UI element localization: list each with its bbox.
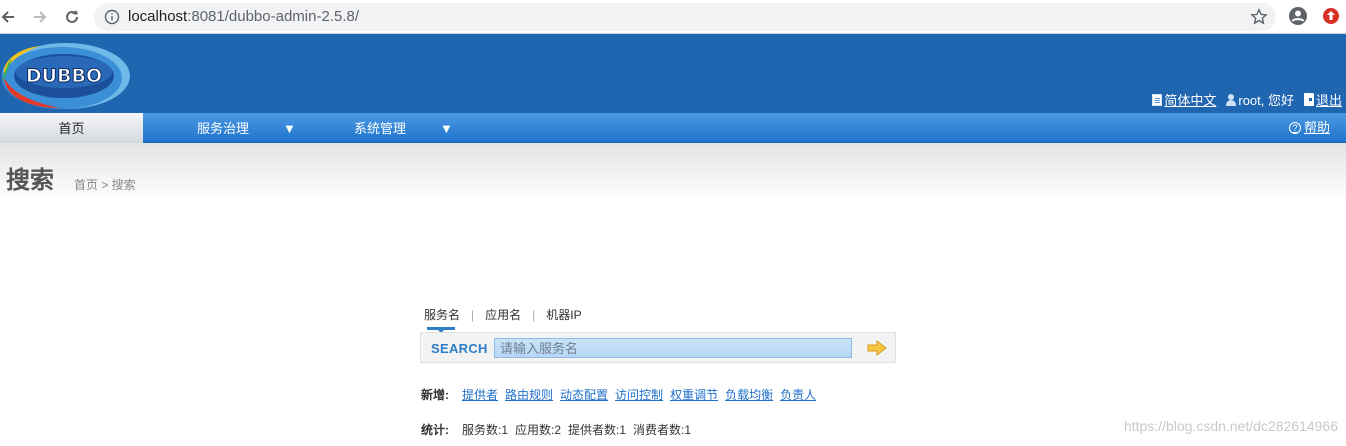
help-link[interactable]: ? 帮助 [1288,113,1330,143]
menu-item-home-label: 首页 [58,121,85,136]
watermark: https://blog.csdn.net/dc282614966 [1123,418,1338,434]
search-box: SEARCH [420,332,896,363]
user-links: 简体中文 root, 您好 退出 [1152,90,1342,109]
stats-label: 统计: [421,423,449,437]
extension-icon[interactable] [1320,5,1342,27]
app-header: DUBBO 简体中文 root, 您好 退出 [0,34,1346,113]
search-label: SEARCH [431,341,488,356]
add-weight-link[interactable]: 权重调节 [670,386,718,403]
forward-arrow-icon[interactable] [28,5,52,29]
back-arrow-icon[interactable] [0,5,20,29]
logo-text: DUBBO [26,65,102,87]
search-input[interactable] [494,338,852,358]
title-band [0,143,1346,203]
logout-link-label: 退出 [1315,93,1342,108]
logout-link[interactable]: 退出 [1303,90,1342,109]
menu-item-system-management[interactable]: 系统管理 [354,113,406,143]
stat-consumers: 消费者数:1 [633,423,692,437]
search-arrow-icon[interactable] [866,339,888,357]
stat-applications: 应用数:2 [515,423,562,437]
tab-separator: | [532,307,536,322]
menu-item-home[interactable]: 首页 [0,113,143,143]
bookmark-star-icon[interactable] [1250,8,1268,26]
menu-item-service-governance-label: 服务治理 [197,121,250,136]
add-load-balance-link[interactable]: 负载均衡 [725,386,773,403]
tab-application-name[interactable]: 应用名 [485,306,521,323]
main-menu: 首页 服务治理 ▼ 系统管理 ▼ ? 帮助 [0,113,1346,143]
logout-icon [1303,93,1314,106]
menu-item-service-governance[interactable]: 服务治理 [197,113,249,143]
chevron-down-icon[interactable]: ▼ [283,113,296,143]
breadcrumb: 首页 > 搜索 [74,178,136,192]
dubbo-logo[interactable]: DUBBO [0,38,132,110]
chevron-down-icon[interactable]: ▼ [440,113,453,143]
language-link-label: 简体中文 [1164,93,1217,108]
page-title: 搜索 [6,167,54,194]
document-icon [1152,93,1163,106]
url-text: localhost:8081/dubbo-admin-2.5.8/ [128,8,359,25]
browser-toolbar: localhost:8081/dubbo-admin-2.5.8/ [0,0,1346,34]
menu-item-system-management-label: 系统管理 [354,121,407,136]
tab-machine-ip[interactable]: 机器IP [546,306,581,323]
user-greeting-label: root, 您好 [1238,93,1294,108]
add-provider-link[interactable]: 提供者 [462,386,498,403]
stat-services: 服务数:1 [462,423,509,437]
help-label: 帮助 [1303,120,1330,135]
tab-service-name[interactable]: 服务名 [424,306,460,333]
user-greeting: root, 您好 [1226,90,1294,109]
add-route-rule-link[interactable]: 路由规则 [505,386,553,403]
stats-row: 统计: 服务数:1 应用数:2 提供者数:1 消费者数:1 [421,421,691,438]
add-owner-link[interactable]: 负责人 [780,386,816,403]
add-row: 新增: 提供者 路由规则 动态配置 访问控制 权重调节 负载均衡 负责人 [421,386,816,403]
address-bar[interactable]: localhost:8081/dubbo-admin-2.5.8/ [94,3,1276,31]
tab-separator: | [471,307,475,322]
stat-providers: 提供者数:1 [568,423,627,437]
add-label: 新增: [421,388,449,402]
reload-icon[interactable] [60,5,84,29]
profile-icon[interactable] [1287,5,1309,27]
user-icon [1226,93,1237,106]
language-link[interactable]: 简体中文 [1152,90,1216,109]
add-access-control-link[interactable]: 访问控制 [615,386,663,403]
help-icon: ? [1288,122,1301,134]
search-tabs: 服务名 | 应用名 | 机器IP [424,306,582,333]
add-dynamic-config-link[interactable]: 动态配置 [560,386,608,403]
info-icon[interactable] [104,9,120,25]
